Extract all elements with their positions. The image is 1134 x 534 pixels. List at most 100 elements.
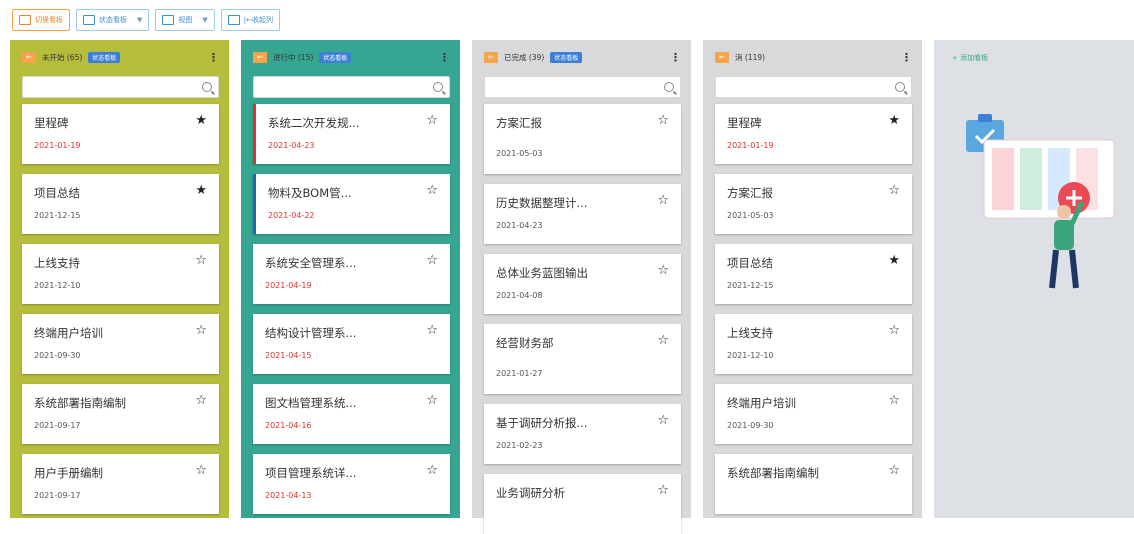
star-outline-icon[interactable]: ☆ xyxy=(657,264,669,277)
search-input[interactable] xyxy=(23,79,218,100)
collapse-icon xyxy=(227,15,240,25)
star-outline-icon[interactable]: ☆ xyxy=(426,464,438,477)
task-card[interactable]: 里程碑 2021-01-19 ★ xyxy=(22,104,219,164)
card-title: 总体业务蓝图输出 xyxy=(496,266,588,280)
star-outline-icon[interactable]: ☆ xyxy=(657,484,669,497)
task-card[interactable]: 系统二次开发规... 2021-04-23 ☆ xyxy=(253,104,450,164)
card-title: 系统二次开发规... xyxy=(268,116,360,130)
task-card[interactable]: 总体业务蓝图输出 2021-04-08 ☆ xyxy=(484,254,681,314)
task-card[interactable]: 终端用户培训 2021-09-30 ☆ xyxy=(715,384,912,444)
task-card[interactable]: 业务调研分析 ☆ xyxy=(484,474,681,534)
task-card[interactable]: 终端用户培训 2021-09-30 ☆ xyxy=(22,314,219,374)
search-input[interactable] xyxy=(485,79,680,100)
task-card[interactable]: 系统部署指南编制 ☆ xyxy=(715,454,912,514)
column-header: ⇤ 进行中 (15) 状态看板 ⋮ xyxy=(253,44,450,70)
task-card[interactable]: 系统安全管理系... 2021-04-19 ☆ xyxy=(253,244,450,304)
star-outline-icon[interactable]: ☆ xyxy=(657,114,669,127)
star-outline-icon[interactable]: ☆ xyxy=(888,394,900,407)
star-outline-icon[interactable]: ☆ xyxy=(657,414,669,427)
star-outline-icon[interactable]: ☆ xyxy=(657,194,669,207)
star-outline-icon[interactable]: ☆ xyxy=(195,394,207,407)
search-icon[interactable] xyxy=(202,82,212,92)
search-input[interactable] xyxy=(254,79,449,100)
star-outline-icon[interactable]: ☆ xyxy=(888,324,900,337)
star-outline-icon[interactable]: ☆ xyxy=(888,184,900,197)
card-date: 2021-05-03 xyxy=(727,211,774,220)
task-card[interactable]: 里程碑 2021-01-19 ★ xyxy=(715,104,912,164)
star-filled-icon[interactable]: ★ xyxy=(888,114,900,127)
card-title: 终端用户培训 xyxy=(34,326,103,340)
task-card[interactable]: 历史数据整理计... 2021-04-23 ☆ xyxy=(484,184,681,244)
toolbar-button-3[interactable]: |←收起列 xyxy=(220,9,281,31)
column-header: ⇤ 消 (119) ⋮ xyxy=(715,44,912,70)
add-column-button[interactable]: + 添加看板 xyxy=(952,53,988,63)
star-outline-icon[interactable]: ☆ xyxy=(888,464,900,477)
task-card[interactable]: 项目管理系统详... 2021-04-13 ☆ xyxy=(253,454,450,514)
star-outline-icon[interactable]: ☆ xyxy=(426,394,438,407)
card-title: 终端用户培训 xyxy=(727,396,796,410)
star-outline-icon[interactable]: ☆ xyxy=(426,114,438,127)
task-card[interactable]: 经营财务部 2021-01-27 ☆ xyxy=(484,324,681,394)
star-outline-icon[interactable]: ☆ xyxy=(657,334,669,347)
star-filled-icon[interactable]: ★ xyxy=(195,114,207,127)
card-title: 项目总结 xyxy=(727,256,773,270)
column-not-started: ⇤ 未开始 (65) 状态看板 ⋮ 里程碑 2021-01-19 ★ 项目总结 2021-12-… xyxy=(10,40,229,518)
card-title: 图文档管理系统... xyxy=(265,396,357,410)
card-date: 2021-04-23 xyxy=(268,141,315,150)
task-card[interactable]: 上线支持 2021-12-10 ☆ xyxy=(715,314,912,374)
collapse-arrow-icon[interactable]: ⇤ xyxy=(253,51,267,63)
star-outline-icon[interactable]: ☆ xyxy=(426,324,438,337)
caret-down-icon[interactable]: ▼ xyxy=(137,16,142,24)
task-card[interactable]: 结构设计管理系... 2021-04-15 ☆ xyxy=(253,314,450,374)
search-icon[interactable] xyxy=(664,82,674,92)
star-outline-icon[interactable]: ☆ xyxy=(195,254,207,267)
task-card[interactable]: 项目总结 2021-12-15 ★ xyxy=(22,174,219,234)
kebab-menu-icon[interactable]: ⋮ xyxy=(670,51,681,64)
kebab-menu-icon[interactable]: ⋮ xyxy=(208,51,219,64)
star-outline-icon[interactable]: ☆ xyxy=(426,254,438,267)
search-icon[interactable] xyxy=(895,82,905,92)
toolbar-button-label: 状态看板 xyxy=(99,16,127,24)
task-card[interactable]: 物料及BOM管... 2021-04-22 ☆ xyxy=(253,174,450,234)
card-date: 2021-04-22 xyxy=(268,211,315,220)
card-title: 结构设计管理系... xyxy=(265,326,357,340)
board-icon xyxy=(162,15,175,25)
card-date: 2021-04-19 xyxy=(265,281,312,290)
collapse-arrow-icon[interactable]: ⇤ xyxy=(22,51,36,63)
card-date: 2021-09-17 xyxy=(34,421,81,430)
toolbar-button-1[interactable]: 状态看板 ▼ xyxy=(76,9,150,31)
task-card[interactable]: 项目总结 2021-12-15 ★ xyxy=(715,244,912,304)
search-icon[interactable] xyxy=(433,82,443,92)
star-outline-icon[interactable]: ☆ xyxy=(426,184,438,197)
card-date: 2021-01-19 xyxy=(34,141,81,150)
task-card[interactable]: 方案汇报 2021-05-03 ☆ xyxy=(484,104,681,174)
card-date: 2021-04-08 xyxy=(496,291,543,300)
collapse-arrow-icon[interactable]: ⇤ xyxy=(715,51,729,63)
kanban-board: ⇤ 未开始 (65) 状态看板 ⋮ 里程碑 2021-01-19 ★ 项目总结 2021-12-… xyxy=(0,40,1134,534)
column-cancelled: ⇤ 消 (119) ⋮ 里程碑 2021-01-19 ★ 方案汇报 2021-05-03 ☆ 项目… xyxy=(703,40,922,518)
task-card[interactable]: 方案汇报 2021-05-03 ☆ xyxy=(715,174,912,234)
task-card[interactable]: 用户手册编制 2021-09-17 ☆ xyxy=(22,454,219,514)
toolbar-button-0[interactable]: 切换看板 xyxy=(12,9,70,31)
task-card[interactable]: 基于调研分析报... 2021-02-23 ☆ xyxy=(484,404,681,464)
column-completed: ⇤ 已完成 (39) 状态看板 ⋮ 方案汇报 2021-05-03 ☆ 历史数据整理计... 2… xyxy=(472,40,691,534)
column-search xyxy=(22,76,219,100)
star-filled-icon[interactable]: ★ xyxy=(888,254,900,267)
caret-down-icon[interactable]: ▼ xyxy=(202,16,207,24)
star-outline-icon[interactable]: ☆ xyxy=(195,464,207,477)
task-card[interactable]: 上线支持 2021-12-10 ☆ xyxy=(22,244,219,304)
kebab-menu-icon[interactable]: ⋮ xyxy=(439,51,450,64)
star-outline-icon[interactable]: ☆ xyxy=(195,324,207,337)
task-card[interactable]: 图文档管理系统... 2021-04-16 ☆ xyxy=(253,384,450,444)
card-title: 项目管理系统详... xyxy=(265,466,357,480)
task-card[interactable]: 系统部署指南编制 2021-09-17 ☆ xyxy=(22,384,219,444)
star-filled-icon[interactable]: ★ xyxy=(195,184,207,197)
search-input[interactable] xyxy=(716,79,911,100)
card-date: 2021-04-15 xyxy=(265,351,312,360)
status-badge: 状态看板 xyxy=(88,51,121,63)
collapse-arrow-icon[interactable]: ⇤ xyxy=(484,51,498,63)
column-title: 消 (119) xyxy=(735,52,766,62)
kebab-menu-icon[interactable]: ⋮ xyxy=(901,51,912,64)
card-title: 基于调研分析报... xyxy=(496,416,588,430)
toolbar-button-2[interactable]: 视图 ▼ xyxy=(155,9,215,31)
